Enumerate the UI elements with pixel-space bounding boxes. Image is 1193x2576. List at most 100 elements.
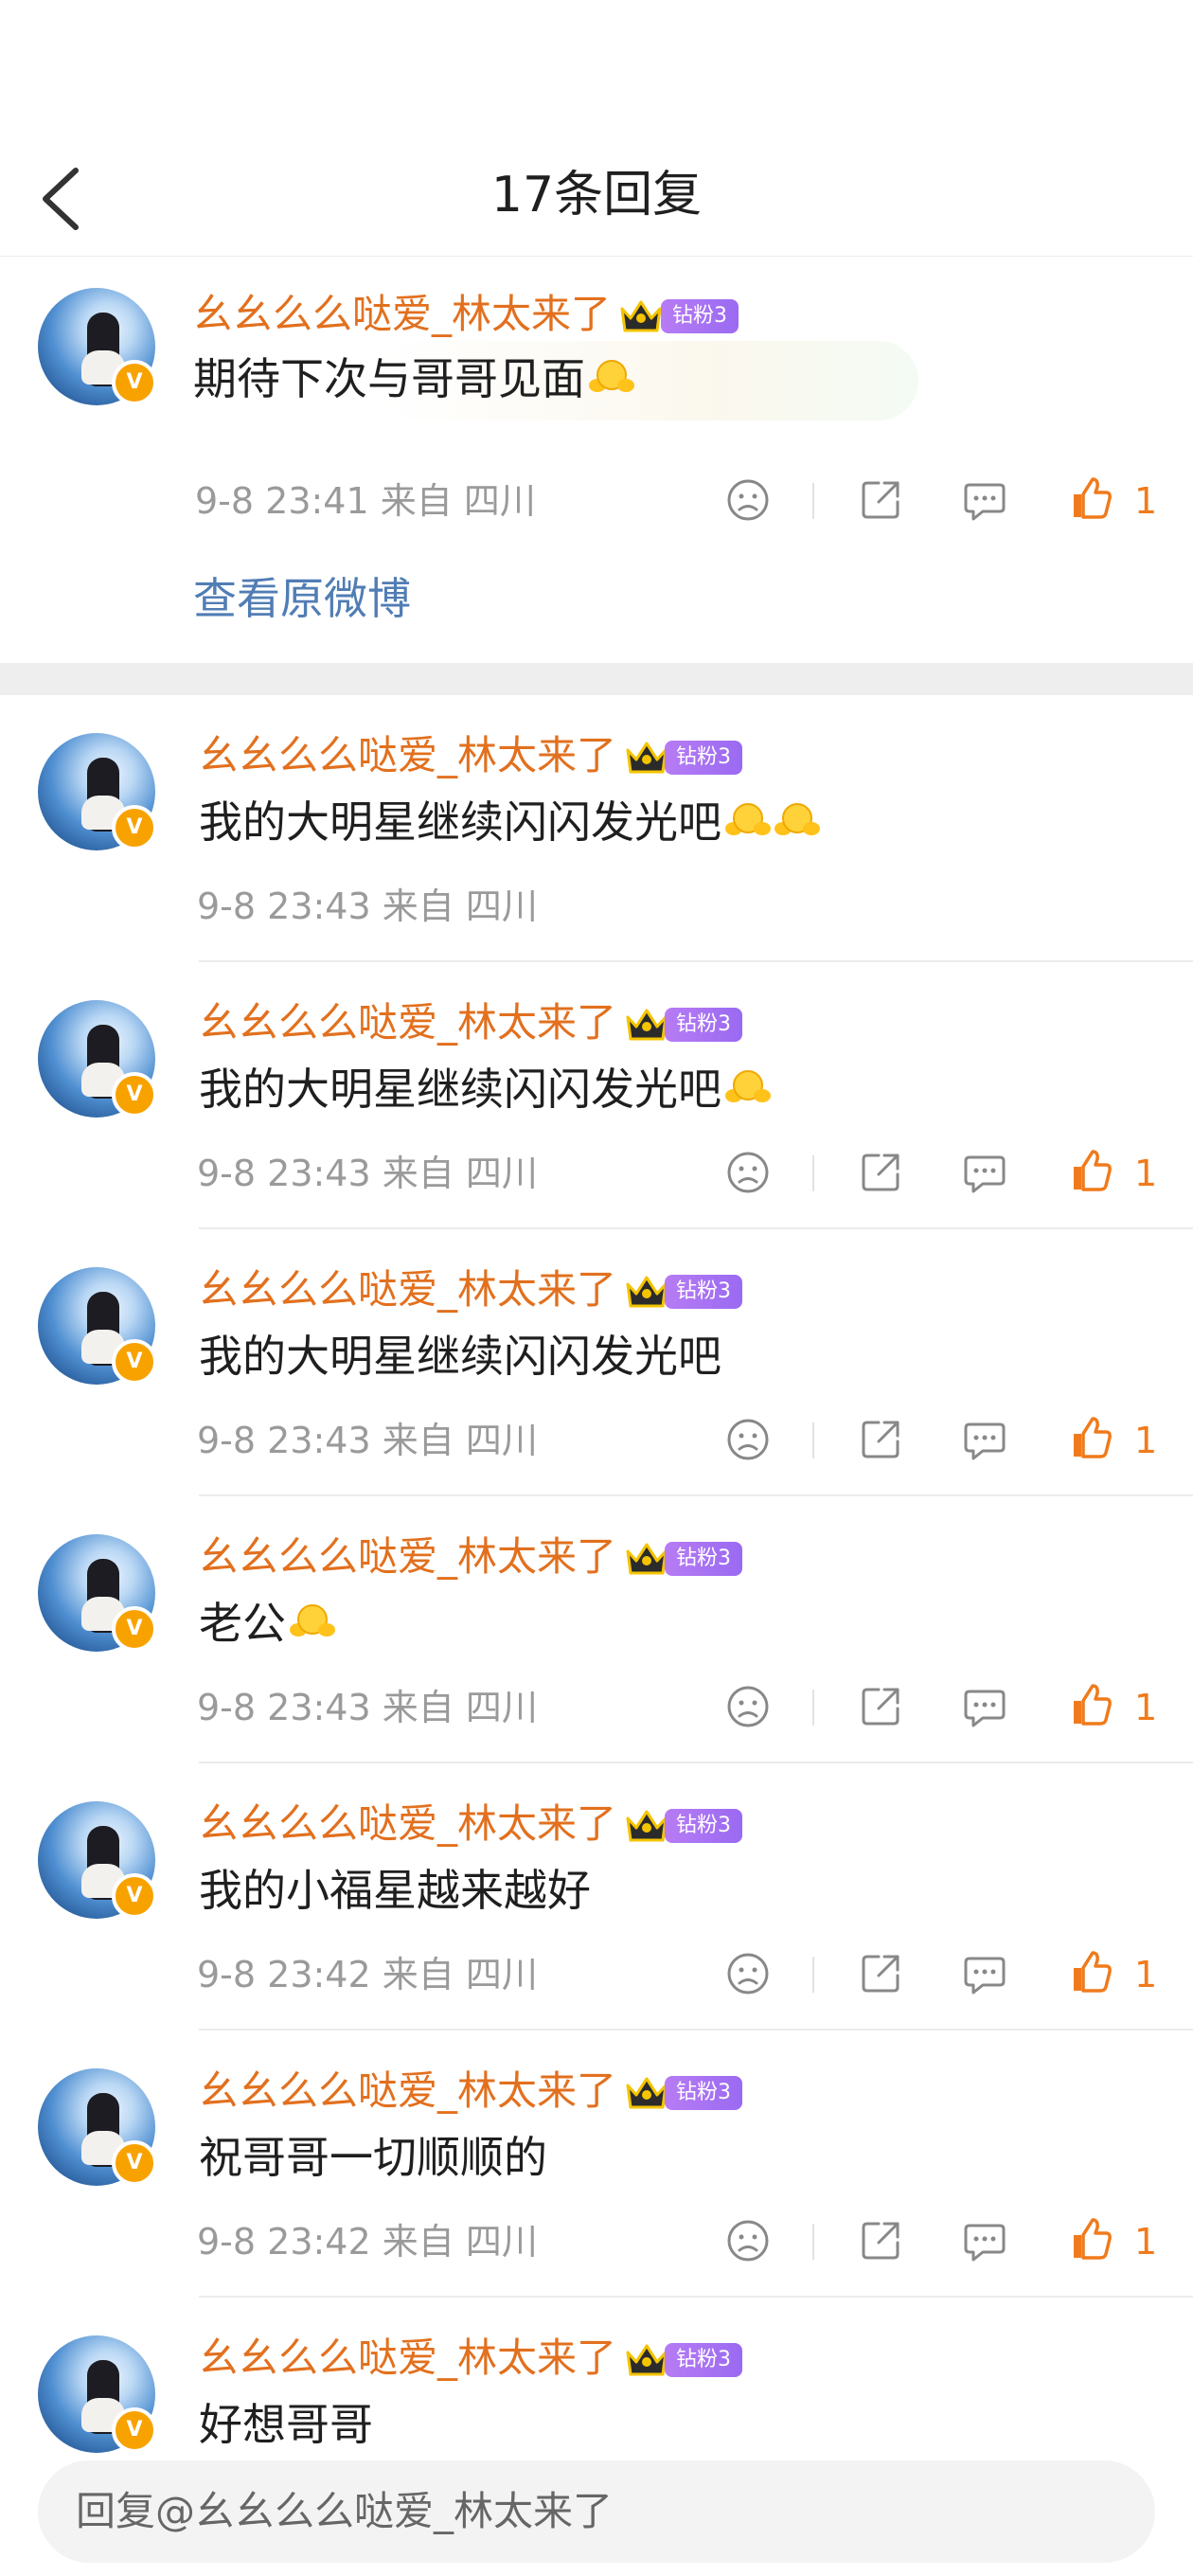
avatar[interactable]: V: [38, 2335, 157, 2453]
fan-badge: 钻粉3: [665, 1542, 742, 1576]
verified-v-icon: V: [112, 1606, 157, 1652]
share-icon[interactable]: [858, 1951, 903, 1996]
verified-v-icon: V: [112, 1873, 157, 1919]
comment-time: 9-8 23:43: [197, 886, 371, 927]
comment-time: 9-8 23:43: [197, 1153, 371, 1194]
divider: [199, 2029, 1193, 2030]
avatar[interactable]: V: [38, 2068, 157, 2186]
divider: [812, 1690, 814, 1726]
frown-icon[interactable]: [725, 1417, 771, 1462]
comment-meta: 9-8 23:42 来自 四川: [197, 1951, 538, 1998]
top-nav-bar: 17条回复: [0, 142, 1193, 257]
fan-badge: 钻粉3: [665, 2343, 742, 2377]
username[interactable]: 幺幺么么哒爱_林太来了: [199, 2332, 616, 2385]
comment-location: 来自 四川: [382, 1954, 538, 1995]
crown-icon: [626, 1276, 668, 1308]
hug-emoji-icon: [725, 801, 771, 843]
view-original-link[interactable]: 查看原微博: [193, 568, 411, 629]
comment-body: 期待下次与哥哥见面: [193, 353, 585, 404]
comment-body: 祝哥哥一切顺顺的: [199, 2132, 547, 2183]
frown-icon[interactable]: [725, 1150, 771, 1195]
username[interactable]: 幺幺么么哒爱_林太来了: [193, 288, 611, 341]
comment-meta: 9-8 23:42 来自 四川: [197, 2218, 538, 2265]
avatar[interactable]: V: [38, 1000, 157, 1118]
like-count: 1: [1134, 1420, 1158, 1461]
like-count: 1: [1134, 1954, 1158, 1995]
comment-icon[interactable]: [962, 477, 1007, 523]
divider: [199, 1494, 1193, 1496]
comment-icon[interactable]: [962, 1417, 1007, 1462]
username[interactable]: 幺幺么么哒爱_林太来了: [199, 729, 616, 782]
divider: [199, 960, 1193, 962]
username[interactable]: 幺幺么么哒爱_林太来了: [199, 1263, 616, 1316]
crown-icon: [626, 742, 668, 774]
username[interactable]: 幺幺么么哒爱_林太来了: [199, 2065, 616, 2118]
frown-icon[interactable]: [725, 1951, 771, 1996]
share-icon[interactable]: [858, 1150, 903, 1195]
divider: [812, 483, 814, 519]
reply-input[interactable]: 回复@幺幺么么哒爱_林太来了: [38, 2460, 1155, 2563]
share-icon[interactable]: [858, 1684, 903, 1729]
fan-badge: 钻粉3: [665, 1008, 742, 1042]
avatar[interactable]: V: [38, 1534, 157, 1652]
verified-v-icon: V: [112, 1339, 157, 1385]
comment-icon[interactable]: [962, 1951, 1007, 1996]
comment-body: 我的大明星继续闪闪发光吧: [199, 1331, 721, 1382]
thumbs-up-icon[interactable]: [1068, 1949, 1113, 1995]
share-icon[interactable]: [858, 2218, 903, 2263]
comment-text: 我的大明星继续闪闪发光吧: [199, 1326, 721, 1386]
avatar[interactable]: V: [38, 288, 157, 405]
comment-location: 来自 四川: [382, 886, 538, 927]
crown-icon: [626, 1543, 668, 1575]
divider: [812, 1155, 814, 1191]
thumbs-up-icon[interactable]: [1068, 1148, 1113, 1193]
comment-location: 来自 四川: [380, 480, 536, 522]
like-count: 1: [1134, 1153, 1158, 1194]
comment-time: 9-8 23:41: [195, 480, 369, 522]
crown-icon: [626, 2344, 668, 2376]
section-separator: [0, 663, 1193, 695]
divider: [199, 1227, 1193, 1229]
thumbs-up-icon[interactable]: [1068, 1415, 1113, 1460]
comment-icon[interactable]: [962, 1684, 1007, 1729]
comment-location: 来自 四川: [382, 1420, 538, 1461]
crown-icon: [626, 2077, 668, 2109]
avatar[interactable]: V: [38, 1267, 157, 1385]
comment-time: 9-8 23:43: [197, 1420, 371, 1461]
crown-icon: [626, 1810, 668, 1842]
avatar[interactable]: V: [38, 733, 157, 850]
comment-meta: 9-8 23:43 来自 四川: [197, 1150, 538, 1197]
fan-badge: 钻粉3: [665, 741, 742, 775]
username[interactable]: 幺幺么么哒爱_林太来了: [199, 1530, 616, 1583]
fan-badge: 钻粉3: [665, 1809, 742, 1843]
divider: [812, 1422, 814, 1458]
comment-text: 我的小福星越来越好: [199, 1860, 591, 1921]
crown-icon: [626, 1009, 668, 1041]
comment-text: 期待下次与哥哥见面: [193, 349, 634, 409]
fan-badge: 钻粉3: [665, 1275, 742, 1309]
avatar[interactable]: V: [38, 1801, 157, 1919]
comment-text: 我的大明星继续闪闪发光吧: [199, 1059, 771, 1119]
comment-meta: 9-8 23:43 来自 四川: [197, 883, 538, 930]
comment-text: 好想哥哥: [199, 2394, 373, 2455]
comment-text: 我的大明星继续闪闪发光吧: [199, 792, 820, 852]
frown-icon[interactable]: [725, 477, 771, 523]
comment-icon[interactable]: [962, 2218, 1007, 2263]
share-icon[interactable]: [858, 477, 903, 523]
comment-icon[interactable]: [962, 1150, 1007, 1195]
comment-location: 来自 四川: [382, 2221, 538, 2263]
frown-icon[interactable]: [725, 1684, 771, 1729]
thumbs-up-icon[interactable]: [1068, 475, 1113, 521]
username[interactable]: 幺幺么么哒爱_林太来了: [199, 1798, 616, 1851]
thumbs-up-icon[interactable]: [1068, 2216, 1113, 2262]
hug-emoji-icon: [589, 358, 634, 400]
page-title: 17条回复: [490, 167, 703, 224]
frown-icon[interactable]: [725, 2218, 771, 2263]
thumbs-up-icon[interactable]: [1068, 1682, 1113, 1727]
comment-location: 来自 四川: [382, 1153, 538, 1194]
verified-v-icon: V: [112, 2140, 157, 2186]
comment-time: 9-8 23:42: [197, 2221, 371, 2263]
username[interactable]: 幺幺么么哒爱_林太来了: [199, 996, 616, 1049]
share-icon[interactable]: [858, 1417, 903, 1462]
comment-time: 9-8 23:43: [197, 1687, 371, 1728]
